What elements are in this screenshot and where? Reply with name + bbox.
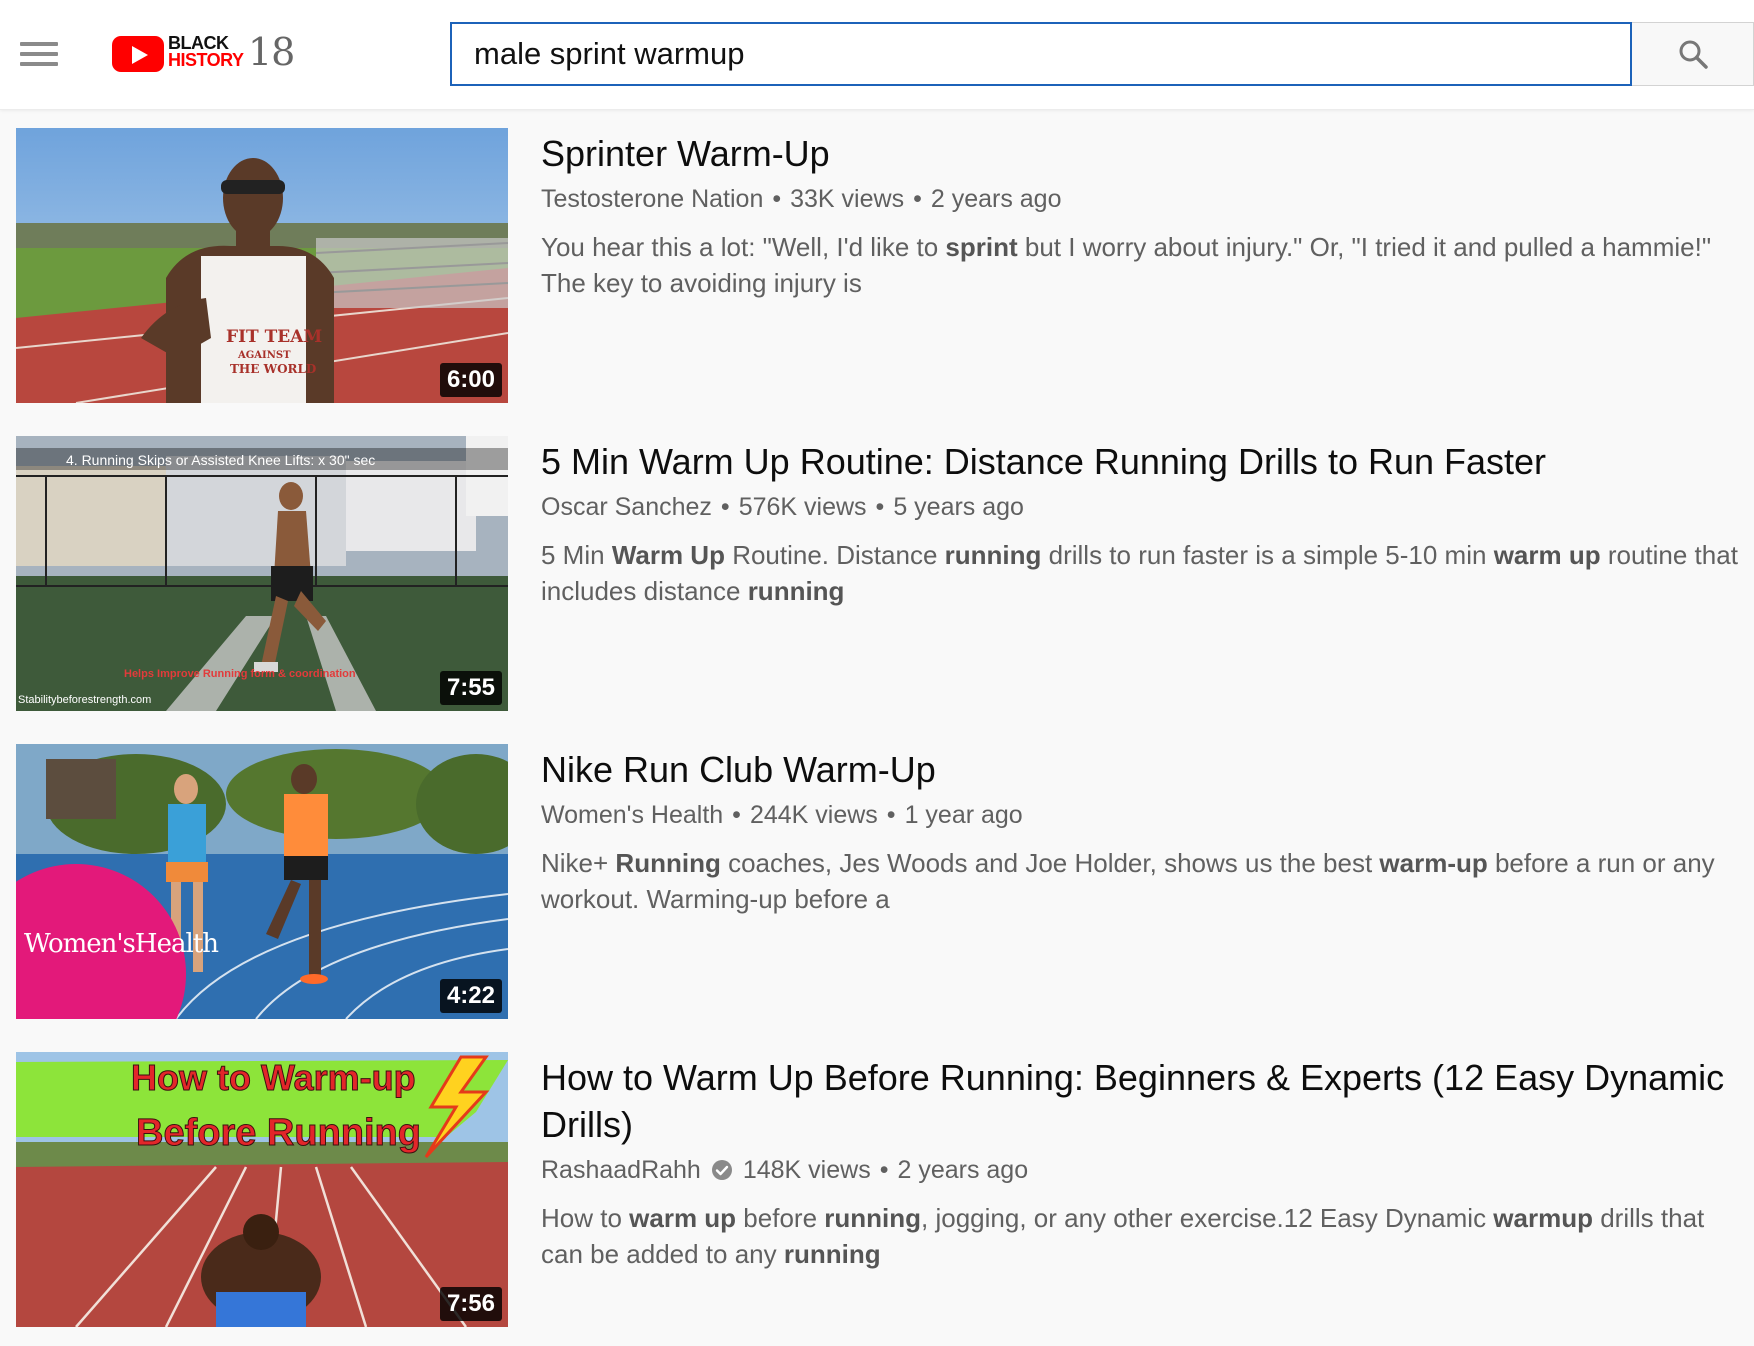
thumbnail-text: 4. Running Skips or Assisted Knee Lifts:…: [66, 452, 375, 468]
search-button[interactable]: [1632, 22, 1754, 86]
upload-age: 2 years ago: [930, 185, 1062, 213]
thumbnail-text: Before Running: [136, 1112, 421, 1154]
video-meta: Women's Health • 244K views • 1 year ago: [541, 799, 1023, 831]
video-thumbnail[interactable]: 4. Running Skips or Assisted Knee Lifts:…: [16, 436, 508, 711]
video-duration: 7:56: [439, 1287, 502, 1321]
video-description: How to warm up before running, jogging, …: [541, 1203, 1705, 1269]
video-description: You hear this a lot: "Well, I'd like to …: [541, 232, 1712, 298]
video-title[interactable]: How to Warm Up Before Running: Beginners…: [541, 1054, 1751, 1148]
youtube-logo[interactable]: BLACK HISTORY 18: [110, 30, 295, 76]
view-count: 576K views: [738, 493, 867, 521]
video-result[interactable]: FIT TEAM AGAINST THE WORLD 6:00 Sprinter…: [16, 128, 1754, 403]
play-icon: [112, 36, 164, 72]
view-count: 33K views: [790, 185, 905, 213]
logo-doodle-year: 18: [248, 30, 295, 74]
video-duration: 6:00: [439, 363, 502, 397]
video-info: Sprinter Warm-Up Testosterone Nation • 3…: [541, 128, 1751, 301]
video-info: How to Warm Up Before Running: Beginners…: [541, 1052, 1751, 1272]
upload-age: 1 year ago: [904, 801, 1023, 829]
upload-age: 5 years ago: [893, 493, 1024, 521]
video-meta: Oscar Sanchez • 576K views • 5 years ago: [541, 491, 1024, 523]
thumbnail-text: Women'sHealth: [24, 929, 219, 959]
search-input[interactable]: [474, 36, 1630, 72]
thumbnail-text: THE WORLD: [230, 362, 316, 376]
video-info: Nike Run Club Warm-Up Women's Health • 2…: [541, 744, 1751, 917]
video-title[interactable]: Sprinter Warm-Up: [541, 130, 1751, 177]
video-meta: Testosterone Nation • 33K views • 2 year…: [541, 183, 1062, 215]
logo-doodle-text: BLACK HISTORY: [168, 33, 244, 70]
search-box[interactable]: [450, 22, 1632, 86]
masthead: BLACK HISTORY 18: [0, 0, 1754, 110]
thumbnail-text: How to Warm-up: [131, 1057, 416, 1098]
upload-age: 2 years ago: [897, 1156, 1029, 1184]
channel-name[interactable]: Oscar Sanchez: [541, 491, 712, 523]
video-result[interactable]: How to Warm-up Before Running 7:56 How t…: [16, 1052, 1754, 1327]
channel-name[interactable]: RashaadRahh: [541, 1154, 701, 1186]
video-description: 5 Min Warm Up Routine. Distance running …: [541, 540, 1738, 606]
video-description: Nike+ Running coaches, Jes Woods and Joe…: [541, 848, 1715, 914]
video-meta: RashaadRahh 148K views • 2 years ago: [541, 1154, 1029, 1186]
video-result[interactable]: 4. Running Skips or Assisted Knee Lifts:…: [16, 436, 1754, 711]
channel-name[interactable]: Testosterone Nation: [541, 183, 763, 215]
video-thumbnail[interactable]: FIT TEAM AGAINST THE WORLD 6:00: [16, 128, 508, 403]
video-thumbnail[interactable]: How to Warm-up Before Running 7:56: [16, 1052, 508, 1327]
thumbnail-text: Helps Improve Running form & coordinatio…: [124, 668, 356, 680]
verified-check-icon: [711, 1160, 732, 1180]
thumbnail-text: Stabilitybeforestrength.com: [18, 694, 151, 706]
video-info: 5 Min Warm Up Routine: Distance Running …: [541, 436, 1751, 609]
video-duration: 7:55: [439, 671, 502, 705]
video-duration: 4:22: [439, 979, 502, 1013]
video-thumbnail[interactable]: Women'sHealth 4:22: [16, 744, 508, 1019]
thumbnail-text: AGAINST: [237, 350, 291, 361]
video-title[interactable]: 5 Min Warm Up Routine: Distance Running …: [541, 438, 1751, 485]
search-icon: [1679, 40, 1708, 69]
menu-icon[interactable]: [20, 40, 58, 68]
channel-name[interactable]: Women's Health: [541, 799, 723, 831]
view-count: 148K views: [742, 1156, 871, 1184]
video-result[interactable]: Women'sHealth 4:22 Nike Run Club Warm-Up…: [16, 744, 1754, 1019]
view-count: 244K views: [749, 801, 878, 829]
video-title[interactable]: Nike Run Club Warm-Up: [541, 746, 1751, 793]
thumbnail-text: FIT TEAM: [226, 327, 322, 347]
